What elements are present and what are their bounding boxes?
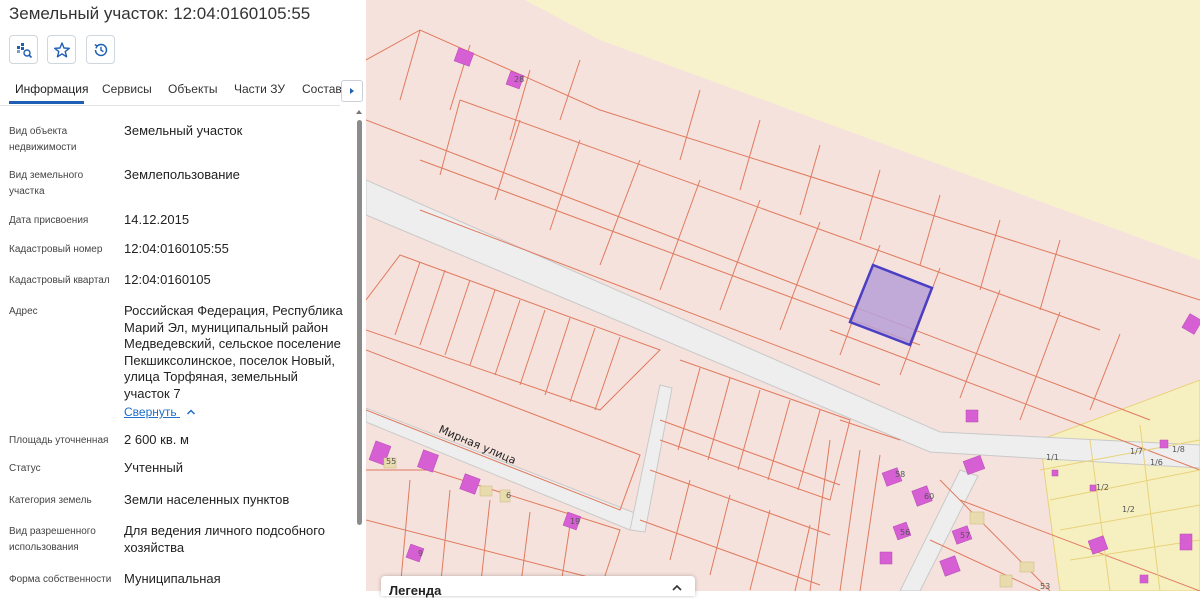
collapse-address-link[interactable]: Свернуть	[124, 405, 196, 419]
parcel-number-label: 56	[900, 528, 910, 537]
tab-services[interactable]: Сервисы	[102, 82, 152, 96]
value-parcel-type: Землепользование	[124, 167, 240, 182]
label-area: Площадь уточненная	[9, 435, 109, 446]
parcel-number-label: 53	[1040, 582, 1050, 591]
parcel-number-label: 1/8	[1172, 445, 1185, 454]
page-title: Земельный участок: 12:04:0160105:55	[9, 4, 311, 23]
zoom-to-parcel-button[interactable]	[9, 35, 38, 64]
tab-parts[interactable]: Части ЗУ	[234, 82, 285, 96]
parcel-number-label: 60	[924, 492, 934, 501]
parcel-number-label: 58	[895, 470, 905, 479]
label-permitted-use: Вид разрешенного использования	[9, 526, 96, 553]
label-cadastral-number: Кадастровый номер	[9, 244, 103, 255]
tab-composition[interactable]: Состав	[302, 82, 342, 96]
tab-info[interactable]: Информация	[15, 82, 88, 96]
legend-panel[interactable]: Легенда	[381, 576, 695, 598]
value-cadastral-number: 12:04:0160105:55	[124, 241, 229, 256]
scroll-up-arrow[interactable]	[356, 110, 362, 114]
favorite-button[interactable]	[47, 35, 76, 64]
value-area: 2 600 кв. м	[124, 432, 189, 447]
label-land-category: Категория земель	[9, 495, 92, 506]
label-status: Статус	[9, 463, 41, 474]
parcel-number-label: 28	[514, 75, 524, 84]
tab-objects[interactable]: Объекты	[168, 82, 218, 96]
parcel-number-label: 1/2	[1122, 505, 1135, 514]
label-address: Адрес	[9, 306, 38, 317]
value-address: Российская Федерация, Республика Марий Э…	[124, 303, 343, 401]
map-canvas[interactable]: Мирная улица 28 55 6 19 9 58 60 56 57 53…	[366, 0, 1200, 591]
label-cadastral-quarter: Кадастровый квартал	[9, 275, 110, 286]
value-object-type: Земельный участок	[124, 123, 243, 138]
tabs-scroll-right-button[interactable]	[341, 80, 363, 102]
value-assign-date: 14.12.2015	[124, 212, 190, 227]
parcel-number-label: 9	[418, 549, 423, 558]
parcel-number-label: 1/7	[1130, 447, 1143, 456]
parcel-number-label: 1/1	[1046, 453, 1059, 462]
value-status: Учтенный	[124, 460, 184, 475]
parcel-number-label: 1/6	[1150, 458, 1163, 467]
value-cadastral-quarter: 12:04:0160105	[124, 272, 211, 287]
scrollbar-thumb[interactable]	[357, 120, 362, 525]
zoom-to-parcel-icon	[16, 42, 32, 58]
value-ownership: Муниципальная	[124, 571, 221, 586]
cadastral-map[interactable]: Мирная улица 28 55 6 19 9 58 60 56 57 53…	[366, 0, 1200, 591]
parcel-number-label: 1/2	[1096, 483, 1109, 492]
value-land-category: Земли населенных пунктов	[124, 492, 290, 507]
label-assign-date: Дата присвоения	[9, 215, 89, 226]
collapse-label: Свернуть	[124, 405, 177, 419]
label-ownership: Форма собственности	[9, 574, 112, 585]
info-panel: Земельный участок: 12:04:0160105:55 Инфо…	[0, 0, 366, 591]
parcel-number-label: 19	[570, 517, 580, 526]
chevron-up-icon	[186, 409, 196, 415]
chevron-right-icon	[350, 88, 354, 94]
active-tab-indicator	[9, 101, 84, 104]
parcel-number-label: 57	[960, 531, 970, 540]
star-icon	[53, 41, 70, 58]
history-button[interactable]	[86, 35, 115, 64]
parcel-number-label: 6	[506, 491, 511, 500]
history-icon	[93, 43, 107, 56]
label-object-type: Вид объекта недвижимости	[9, 126, 77, 153]
parcel-number-label: 55	[386, 457, 396, 466]
label-parcel-type: Вид земельного участка	[9, 170, 84, 197]
value-permitted-use: Для ведения личного подсобного хозяйства	[124, 523, 325, 555]
